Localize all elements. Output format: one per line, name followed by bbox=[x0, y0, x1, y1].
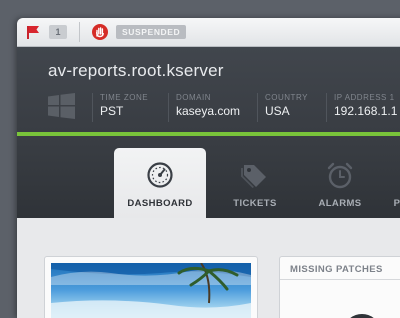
tab-label: TICKETS bbox=[233, 198, 277, 209]
machine-header: av-reports.root.kserver TIME ZONE PST DO… bbox=[17, 47, 400, 132]
donut-chart-icon bbox=[350, 314, 374, 318]
tab-partial[interactable]: P bbox=[351, 148, 400, 218]
info-value: PST bbox=[100, 104, 124, 118]
tab-dashboard[interactable]: DASHBOARD bbox=[114, 148, 206, 218]
missing-patches-card: MISSING PATCHES bbox=[279, 256, 400, 318]
info-ip-address: IP ADDRESS 1 192.168.1.1 bbox=[326, 93, 397, 122]
info-label: DOMAIN bbox=[176, 93, 211, 102]
tab-label: P bbox=[393, 198, 400, 209]
status-bar: 1 SUSPENDED bbox=[17, 18, 400, 47]
card-title: MISSING PATCHES bbox=[290, 264, 383, 275]
dashboard-content: MISSING PATCHES bbox=[17, 218, 400, 318]
beach-photo bbox=[51, 263, 251, 318]
machine-photo-card bbox=[44, 256, 258, 318]
flag-count-badge: 1 bbox=[49, 25, 67, 39]
tags-icon bbox=[241, 165, 266, 188]
alarm-clock-icon bbox=[327, 162, 353, 189]
info-label: IP ADDRESS 1 bbox=[334, 93, 395, 102]
status-badge: SUSPENDED bbox=[116, 25, 187, 39]
info-value: 192.168.1.1 bbox=[334, 104, 398, 118]
info-domain: DOMAIN kaseya.com bbox=[168, 93, 240, 122]
tab-tickets[interactable]: TICKETS bbox=[209, 148, 301, 218]
info-label: COUNTRY bbox=[265, 93, 308, 102]
info-value: kaseya.com bbox=[176, 104, 241, 118]
windows-icon bbox=[48, 93, 75, 119]
stop-hand-icon bbox=[92, 24, 108, 40]
divider bbox=[79, 22, 80, 42]
tab-bar: DASHBOARD TICKETS ALARMS P bbox=[17, 136, 400, 218]
flag-icon[interactable] bbox=[26, 25, 40, 39]
divider bbox=[280, 279, 400, 280]
tab-label: DASHBOARD bbox=[127, 198, 193, 209]
info-label: TIME ZONE bbox=[100, 93, 149, 102]
machine-hostname: av-reports.root.kserver bbox=[48, 61, 224, 80]
info-country: COUNTRY USA bbox=[257, 93, 308, 122]
speedometer-icon bbox=[147, 162, 173, 188]
info-value: USA bbox=[265, 104, 290, 118]
info-timezone: TIME ZONE PST bbox=[92, 93, 148, 122]
app-window: 1 SUSPENDED av-reports.root.kserver TIME… bbox=[17, 18, 400, 318]
